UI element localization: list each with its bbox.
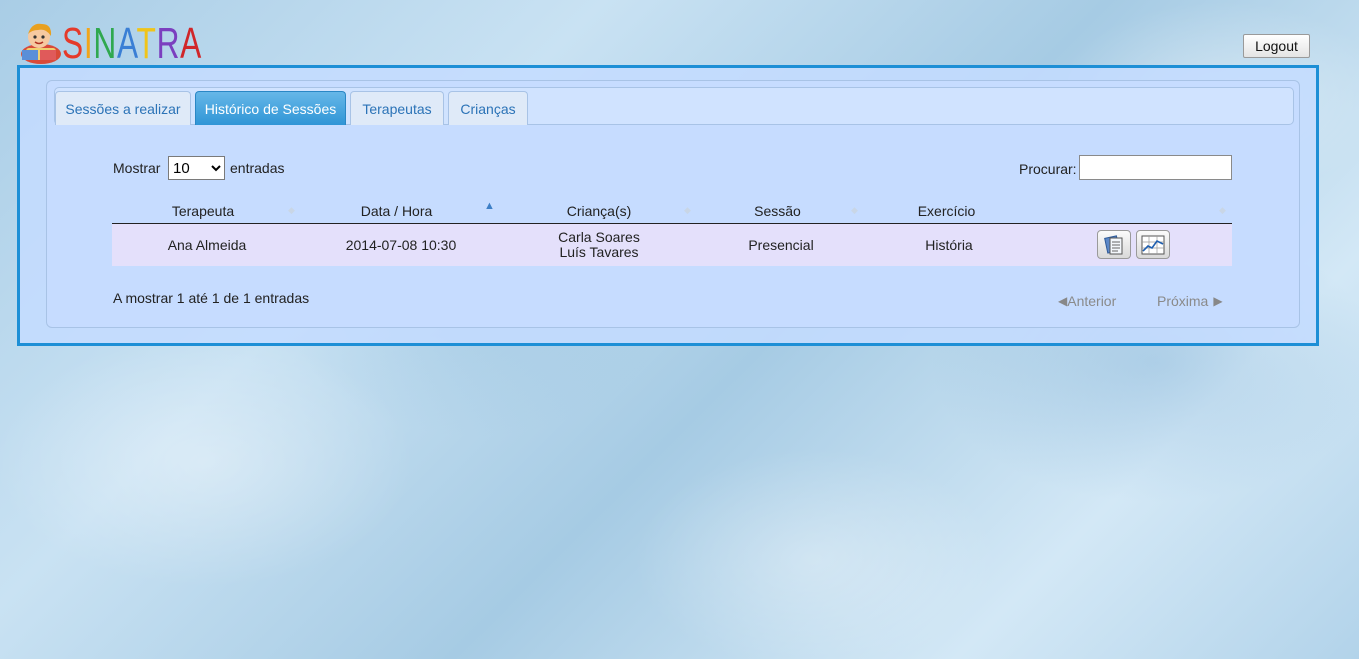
tab-criancas[interactable]: Crianças xyxy=(448,91,528,125)
logout-button[interactable]: Logout xyxy=(1243,34,1310,58)
arrow-left-icon: ◀ xyxy=(1058,294,1068,308)
entries-label: entradas xyxy=(230,160,285,176)
cell-session: Presencial xyxy=(748,237,814,253)
logo-letter: R xyxy=(156,19,181,68)
column-header-data-hora[interactable]: Data / Hora ▲ xyxy=(297,200,495,223)
page-size-select[interactable]: 10 xyxy=(168,156,225,180)
chart-icon xyxy=(1141,235,1165,254)
column-label: Terapeuta xyxy=(171,203,235,219)
search-label: Procurar: xyxy=(1019,161,1077,177)
column-label: Sessão xyxy=(754,203,801,219)
main-frame: Sessões a realizar Histórico de Sessões … xyxy=(17,65,1319,346)
column-header-terapeuta[interactable]: Terapeuta ◆ xyxy=(112,201,297,223)
table-header: Terapeuta ◆ Data / Hora ▲ Criança(s) ◆ S… xyxy=(112,200,1232,224)
sort-both-icon: ◆ xyxy=(684,205,691,215)
pagination-next-label: Próxima xyxy=(1157,293,1209,309)
logo-letter: T xyxy=(136,19,157,68)
column-header-criancas[interactable]: Criança(s) ◆ xyxy=(494,201,694,223)
logo-text: SINATRA xyxy=(62,22,202,66)
sort-both-icon: ◆ xyxy=(1219,205,1226,215)
mascot-icon xyxy=(18,18,64,66)
logo-letter: N xyxy=(93,19,117,68)
sort-both-icon: ◆ xyxy=(288,205,295,215)
tab-terapeutas[interactable]: Terapeutas xyxy=(350,91,444,125)
column-label: Data / Hora xyxy=(360,203,433,219)
column-header-sessao[interactable]: Sessão ◆ xyxy=(694,201,859,223)
cell-datetime: 2014-07-08 10:30 xyxy=(345,237,457,253)
tabs-panel: Sessões a realizar Histórico de Sessões … xyxy=(46,80,1300,328)
arrow-right-icon: ▶ xyxy=(1213,294,1223,308)
app-logo: SINATRA xyxy=(18,14,257,66)
view-chart-button[interactable] xyxy=(1136,230,1170,259)
logo-letter: S xyxy=(62,19,84,68)
column-header-exercicio[interactable]: Exercício xyxy=(859,201,1029,223)
sort-both-icon: ◆ xyxy=(851,205,858,215)
child-name: Luís Tavares xyxy=(559,244,639,260)
pagination-previous[interactable]: ◀ Anterior xyxy=(1058,293,1116,309)
report-icon xyxy=(1104,234,1123,254)
tab-bar: Sessões a realizar Histórico de Sessões … xyxy=(54,87,1294,125)
tab-historico-de-sessoes[interactable]: Histórico de Sessões xyxy=(195,91,346,125)
column-label: Exercício xyxy=(917,203,976,219)
logo-letter: I xyxy=(83,19,94,68)
child-name: Carla Soares xyxy=(558,229,640,245)
column-label: Criança(s) xyxy=(566,203,632,219)
search-input[interactable] xyxy=(1079,155,1232,180)
show-label: Mostrar xyxy=(113,160,161,176)
table-row: Ana Almeida 2014-07-08 10:30 Carla Soare… xyxy=(112,224,1232,266)
tab-sessoes-a-realizar[interactable]: Sessões a realizar xyxy=(55,91,191,125)
view-report-button[interactable] xyxy=(1097,230,1131,259)
cell-therapist: Ana Almeida xyxy=(167,237,247,253)
logo-letter: A xyxy=(180,19,203,68)
cell-children: Carla Soares Luís Tavares xyxy=(500,230,698,260)
column-header-actions[interactable]: ◆ xyxy=(1029,201,1232,223)
pagination-previous-label: Anterior xyxy=(1067,293,1117,309)
table-info: A mostrar 1 até 1 de 1 entradas xyxy=(113,290,310,306)
logo-letter: A xyxy=(116,19,137,68)
cell-exercise: História xyxy=(925,237,973,253)
pagination-next[interactable]: Próxima ▶ xyxy=(1157,293,1223,309)
